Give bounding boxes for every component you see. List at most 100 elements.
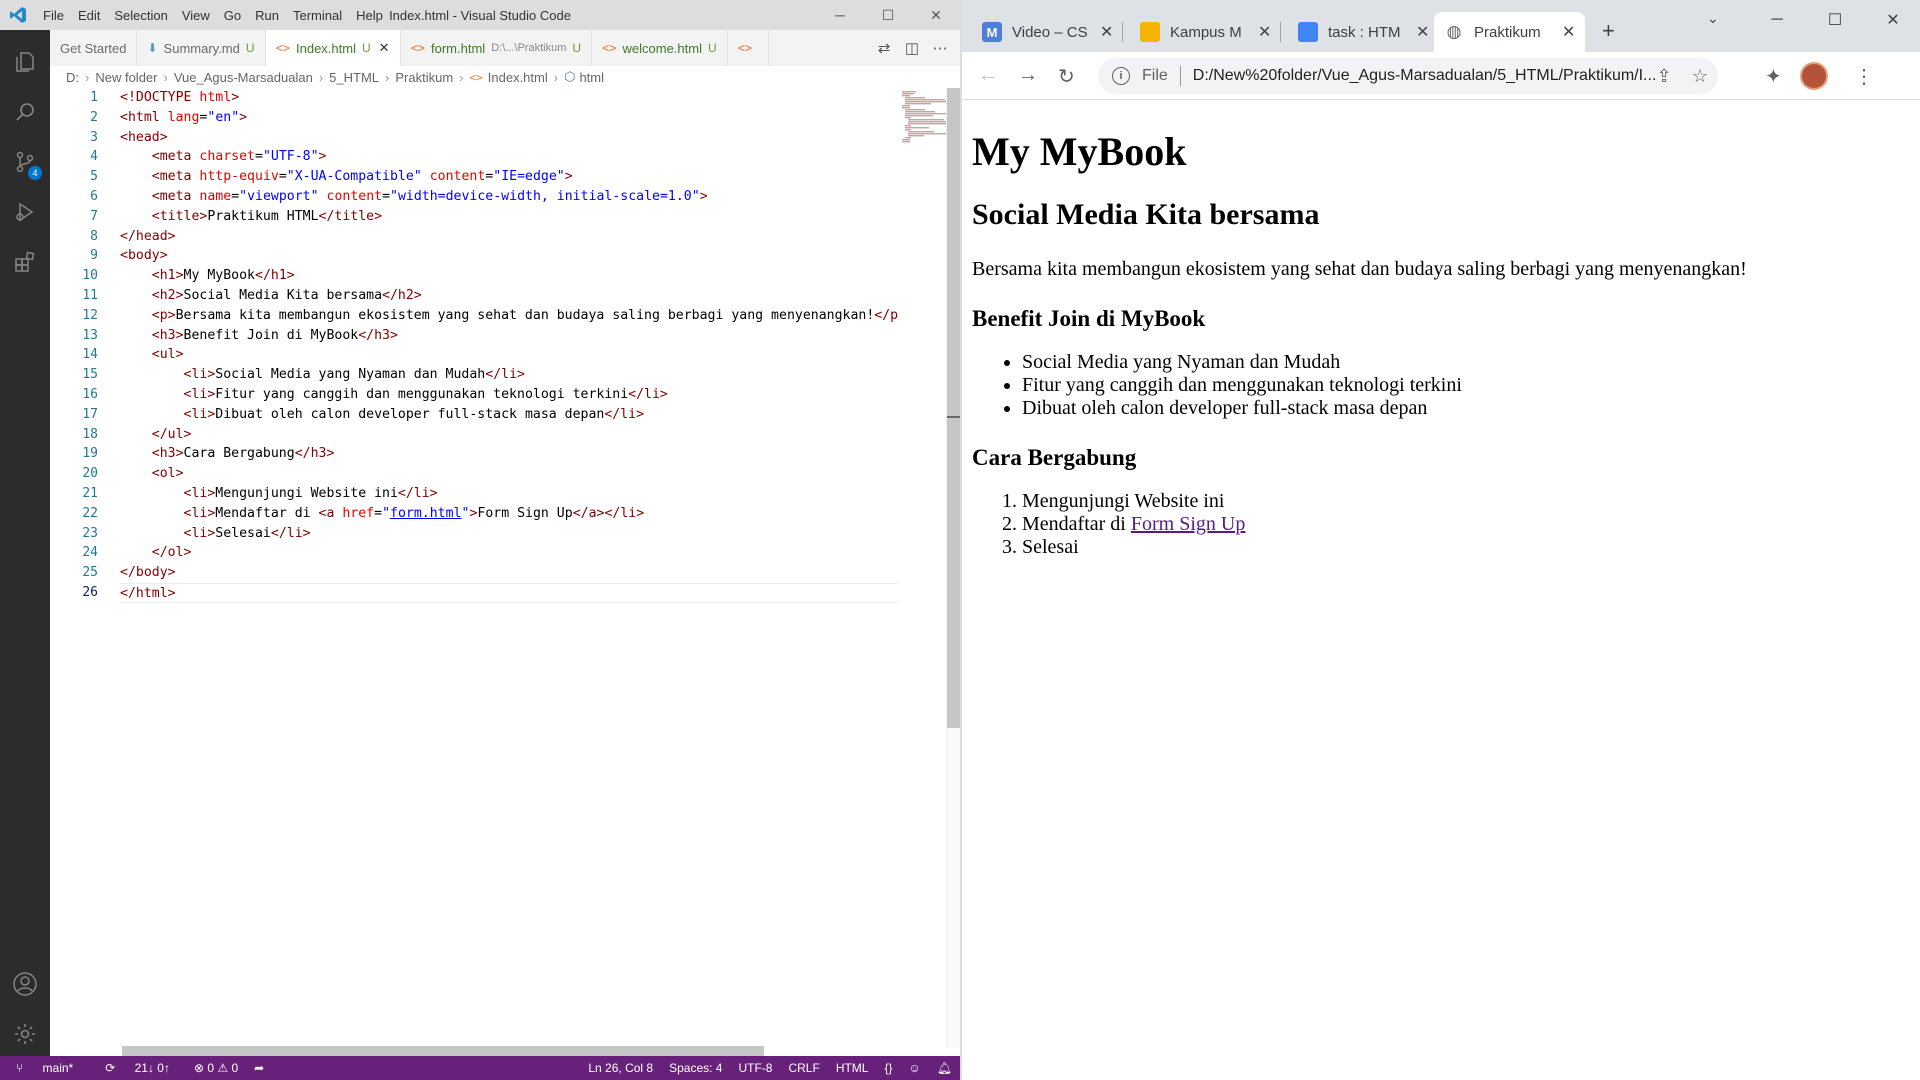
encoding[interactable]: UTF-8 <box>730 1061 780 1075</box>
forward-icon[interactable]: → <box>1018 64 1038 87</box>
benefits-heading: Benefit Join di MyBook <box>972 306 1206 331</box>
code-line: <meta name="viewport" content="width=dev… <box>151 188 708 204</box>
browser-tab[interactable]: Kampus M ✕ <box>1130 12 1282 52</box>
close-tab-icon[interactable]: ✕ <box>1416 22 1429 42</box>
list-item: Mengunjungi Website ini <box>1022 490 1920 513</box>
untracked-badge: U <box>572 41 582 55</box>
indentation[interactable]: Spaces: 4 <box>661 1061 730 1075</box>
branch-status[interactable]: ⑂ main* <box>0 1061 89 1075</box>
live-share-icon[interactable]: ➦ <box>246 1061 272 1075</box>
run-debug-icon[interactable] <box>0 188 50 236</box>
tab-welcome-html[interactable]: <> welcome.html U <box>592 30 728 66</box>
horizontal-scrollbar[interactable] <box>122 1046 764 1056</box>
extensions-icon[interactable] <box>0 238 50 286</box>
explorer-icon[interactable] <box>0 38 50 86</box>
form-signup-link[interactable]: Form Sign Up <box>1131 513 1245 535</box>
tab-overflow[interactable]: <> <box>728 30 770 66</box>
status-bar: ⑂ main* ⟳ 21↓ 0↑ ⊗ 0 ⚠ 0 ➦ Ln 26, Col 8 … <box>0 1056 960 1080</box>
menu-file[interactable]: File <box>36 8 71 23</box>
tab-form-html[interactable]: <> form.html D:\...\Praktikum U <box>401 30 593 66</box>
end-of-line[interactable]: CRLF <box>780 1061 827 1075</box>
tab-title: Video – CS <box>1012 23 1088 41</box>
problems-status[interactable]: ⊗ 0 ⚠ 0 <box>186 1061 246 1075</box>
tab-search-icon[interactable]: ⌄ <box>1707 10 1719 27</box>
breadcrumb-item[interactable]: 5_HTML <box>329 70 379 85</box>
split-editor-icon[interactable]: ◫ <box>898 39 926 57</box>
back-icon[interactable]: ← <box>978 64 998 87</box>
code-line: <h1>My MyBook</h1> <box>151 268 295 284</box>
menu-terminal[interactable]: Terminal <box>286 8 349 23</box>
share-icon[interactable]: ⇪ <box>1646 66 1682 87</box>
breadcrumb-item[interactable]: html <box>579 70 604 85</box>
breadcrumb-item[interactable]: Index.html <box>488 70 548 85</box>
tab-label: Get Started <box>60 40 127 56</box>
breadcrumb-item[interactable]: Praktikum <box>395 70 453 85</box>
close-icon[interactable]: ✕ <box>1864 0 1920 40</box>
page-heading: My MyBook <box>972 129 1187 174</box>
profile-avatar[interactable] <box>1800 62 1828 90</box>
settings-gear-icon[interactable] <box>0 1010 50 1058</box>
sync-status[interactable]: ⟳ 21↓ 0↑ <box>89 1061 186 1075</box>
chrome-menu-icon[interactable]: ⋮ <box>1854 64 1874 89</box>
menu-help[interactable]: Help <box>349 8 390 23</box>
new-tab-icon[interactable]: + <box>1602 18 1615 44</box>
menu-edit[interactable]: Edit <box>71 8 107 23</box>
info-icon[interactable]: i <box>1112 67 1130 85</box>
source-control-icon[interactable]: 4 <box>0 138 50 186</box>
page-subheading: Social Media Kita bersama <box>972 198 1320 231</box>
code-line: <title>Praktikum HTML</title> <box>151 208 383 224</box>
menu-selection[interactable]: Selection <box>107 8 174 23</box>
browser-tab-active[interactable]: ◍ Praktikum ✕ <box>1434 12 1586 52</box>
code-line: <h2>Social Media Kita bersama</h2> <box>151 287 422 303</box>
minimize-icon[interactable]: ─ <box>1748 0 1806 40</box>
tab-title: task : HTM <box>1328 23 1401 41</box>
bookmark-star-icon[interactable]: ☆ <box>1682 66 1718 87</box>
minimize-icon[interactable]: ─ <box>816 0 864 30</box>
code-editor[interactable]: 1 2 3 4 5 6 7 8 9 10 11 12 13 14 15 16 1… <box>50 88 975 1056</box>
close-tab-icon[interactable]: ✕ <box>1258 22 1271 42</box>
braces-icon[interactable]: {} <box>876 1061 900 1075</box>
close-icon[interactable]: ✕ <box>912 0 960 30</box>
browser-tab[interactable]: task : HTM ✕ <box>1288 12 1439 52</box>
breadcrumb-item[interactable]: Vue_Agus-Marsadualan <box>174 70 313 85</box>
breadcrumb-item[interactable]: New folder <box>95 70 157 85</box>
scrollbar-thumb[interactable] <box>947 88 961 728</box>
more-actions-icon[interactable]: ⋯ <box>926 39 954 57</box>
feedback-icon[interactable]: ☺ <box>901 1061 929 1075</box>
url-text[interactable]: D:/New%20folder/Vue_Agus-Marsadualan/5_H… <box>1193 67 1713 85</box>
notifications-bell-icon[interactable]: 🔔︎ <box>929 1061 960 1075</box>
chrome-window: M Video – CS ✕ Kampus M ✕ task : HTM ✕ ◍… <box>960 0 1920 1080</box>
breadcrumb-item[interactable]: D: <box>66 70 79 85</box>
code-line: <li>Fitur yang canggih dan menggunakan t… <box>183 386 668 402</box>
vertical-scrollbar[interactable] <box>946 88 961 1048</box>
line-number: 13 <box>82 327 98 343</box>
tab-index-html[interactable]: <> Index.html U ✕ <box>265 30 401 66</box>
address-bar[interactable]: i File D:/New%20folder/Vue_Agus-Marsadua… <box>1098 58 1718 94</box>
language-mode[interactable]: HTML <box>828 1061 877 1075</box>
close-tab-icon[interactable]: ✕ <box>1562 22 1575 42</box>
menu-run[interactable]: Run <box>248 8 286 23</box>
open-changes-icon[interactable]: ⇄ <box>870 39 898 57</box>
tab-get-started[interactable]: Get Started <box>50 30 138 66</box>
maximize-icon[interactable]: ☐ <box>1806 0 1864 40</box>
tab-summary-md[interactable]: ⬇ Summary.md U <box>137 30 266 66</box>
list-item: Mendaftar di Form Sign Up <box>1022 513 1920 536</box>
browser-tab[interactable]: M Video – CS ✕ <box>972 12 1124 52</box>
close-tab-icon[interactable]: ✕ <box>1100 22 1113 42</box>
line-number: 26 <box>82 584 98 600</box>
menu-view[interactable]: View <box>175 8 217 23</box>
extensions-puzzle-icon[interactable]: ✦ <box>1765 64 1782 89</box>
code-lines[interactable]: <!DOCTYPE html> <html lang="en"> <head> … <box>120 88 898 603</box>
cursor-position[interactable]: Ln 26, Col 8 <box>580 1061 661 1075</box>
code-line: <li>Selesai</li> <box>183 525 311 541</box>
editor-tabs: Get Started ⬇ Summary.md U <> Index.html… <box>50 30 960 66</box>
vscode-window: File Edit Selection View Go Run Terminal… <box>0 0 975 1080</box>
close-tab-icon[interactable]: ✕ <box>379 40 390 56</box>
scm-badge: 4 <box>28 166 42 180</box>
reload-icon[interactable]: ↻ <box>1058 64 1075 89</box>
line-number: 10 <box>82 268 98 284</box>
maximize-icon[interactable]: ☐ <box>864 0 912 30</box>
menu-go[interactable]: Go <box>217 8 248 23</box>
accounts-icon[interactable] <box>0 960 50 1008</box>
search-icon[interactable] <box>0 88 50 136</box>
